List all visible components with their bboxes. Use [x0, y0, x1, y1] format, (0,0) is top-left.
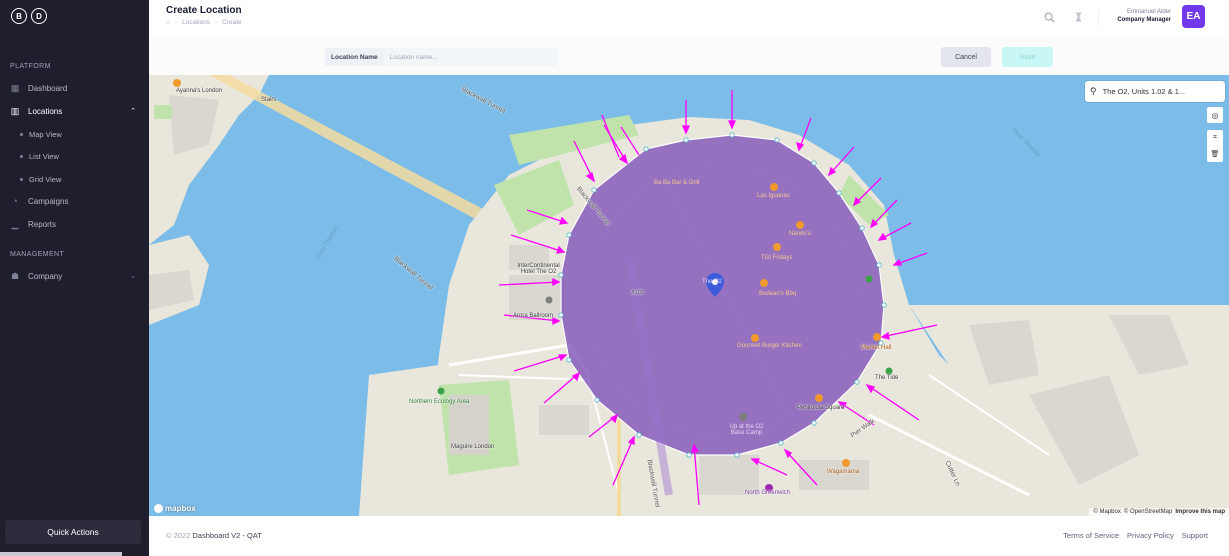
- user-name: Emmanuel Alder: [1126, 9, 1171, 15]
- map-label-stairs: Stairs: [261, 97, 277, 103]
- management-section-title: MANAGEMENT: [10, 251, 65, 258]
- sidebar-item-company[interactable]: ☗ Company ⌄: [10, 268, 140, 284]
- sidebar-subitem-label: List View: [29, 151, 59, 161]
- location-name-field: Location Name: [325, 48, 558, 66]
- page-title: Create Location: [166, 5, 242, 16]
- app-logo[interactable]: B D: [11, 8, 47, 24]
- header-divider: [1098, 9, 1099, 27]
- terms-link[interactable]: Terms of Service: [1063, 531, 1119, 540]
- map-label-peninsula-square: Peninsula Square: [797, 405, 845, 411]
- copyright: © 2022 Dashboard V2 - QAT: [166, 531, 262, 540]
- search-icon[interactable]: [1042, 10, 1056, 24]
- map-label-ayanna: Ayanna's London: [176, 88, 223, 94]
- reports-icon: ▁: [11, 218, 19, 229]
- attribution-mapbox[interactable]: © Mapbox: [1093, 509, 1120, 515]
- map-label-maguire: Maguire London: [451, 444, 495, 450]
- sidebar-subitem-list-view[interactable]: List View: [20, 149, 59, 163]
- sidebar-item-campaigns[interactable]: ◔ Campaigns: [10, 193, 140, 209]
- bullet-icon: [20, 177, 23, 181]
- campaign-icon: ◔: [12, 196, 18, 206]
- cancel-button[interactable]: Cancel: [941, 47, 991, 67]
- page-footer: © 2022 Dashboard V2 - QAT Terms of Servi…: [149, 516, 1229, 556]
- sidebar-subitem-map-view[interactable]: Map View: [20, 127, 62, 141]
- save-button[interactable]: Save: [1002, 47, 1053, 67]
- sidebar-item-label: Dashboard: [28, 83, 68, 93]
- sidebar-item-label: Reports: [28, 219, 57, 229]
- bullet-icon: [20, 132, 23, 136]
- chevron-up-icon: ⌃: [130, 108, 136, 115]
- privacy-link[interactable]: Privacy Policy: [1127, 531, 1174, 540]
- map-attribution: © Mapbox © OpenStreetMap Improve this ma…: [1089, 508, 1229, 516]
- avatar[interactable]: EA: [1182, 5, 1205, 28]
- map-label-gourmet: Gourmet Burger Kitchen: [737, 343, 802, 349]
- map-label-ba-ba: Ba Ba Bar & Grill: [654, 180, 700, 186]
- geolocate-icon[interactable]: ◎: [1207, 107, 1223, 123]
- map-tiles: [149, 75, 1229, 516]
- sidebar-item-label: Campaigns: [28, 196, 69, 206]
- company-icon: ☗: [10, 270, 20, 281]
- map-label-nandos: Nando's: [789, 231, 811, 237]
- search-icon: ⚲: [1090, 86, 1097, 96]
- map-label-las-iguanas: Las Iguanas: [757, 193, 790, 199]
- copyright-year: © 2022: [166, 531, 191, 540]
- map-label-market-hall: Market Hall: [861, 345, 892, 351]
- polygon-icon[interactable]: ⌗: [1207, 130, 1223, 146]
- map-label-arora: Arora Ballroom: [513, 313, 554, 319]
- breadcrumb-separator: -: [214, 19, 218, 26]
- page-header: Create Location ⌂ - Locations - Create E…: [149, 0, 1229, 38]
- location-name-label: Location Name: [325, 48, 384, 66]
- map-label-tgi: TGI Fridays: [761, 255, 793, 261]
- map-label-bodeans: Bodean's Bbq: [759, 291, 797, 297]
- sidebar-subitem-grid-view[interactable]: Grid View: [20, 172, 61, 186]
- map-label-a102: A102: [631, 290, 644, 296]
- sidebar-item-dashboard[interactable]: ▦ Dashboard: [10, 80, 140, 96]
- chevron-down-icon: ⌄: [130, 273, 136, 280]
- attribution-osm[interactable]: © OpenStreetMap: [1124, 509, 1172, 515]
- sidebar: B D PLATFORM ▦ Dashboard ▥ Locations ⌃ M…: [0, 0, 149, 556]
- map-canvas[interactable]: Ayanna's London Blackwall Tunnel Blackwa…: [149, 75, 1229, 516]
- map-label-intercontinental: InterContinental Hotel The O2: [517, 263, 560, 275]
- map-label-wagamama: Wagamama: [827, 469, 860, 475]
- bullet-icon: [20, 154, 23, 158]
- support-link[interactable]: Support: [1182, 531, 1208, 540]
- footer-links: Terms of Service Privacy Policy Support: [1063, 531, 1208, 540]
- horizontal-scrollbar[interactable]: [0, 552, 122, 556]
- moon-icon[interactable]: [1071, 10, 1085, 24]
- breadcrumb-item-create: Create: [222, 19, 242, 26]
- dashboard-icon: ▦: [10, 82, 20, 93]
- map-label-north-greenwich: North Greenwich: [745, 490, 791, 496]
- map-label-o2: The O2: [702, 279, 723, 285]
- sidebar-item-label: Locations: [28, 106, 63, 116]
- breadcrumb-separator: -: [174, 19, 178, 26]
- logo-letter-b: B: [11, 8, 27, 24]
- sidebar-item-reports[interactable]: ▁ Reports: [10, 216, 140, 232]
- trash-icon[interactable]: 🗑: [1207, 146, 1223, 162]
- app-root: B D PLATFORM ▦ Dashboard ▥ Locations ⌃ M…: [0, 0, 1229, 556]
- platform-section-title: PLATFORM: [10, 63, 51, 70]
- sidebar-subitem-label: Map View: [29, 129, 62, 139]
- draw-controls: ⌗ 🗑: [1207, 130, 1223, 162]
- map-label-northern-ecology: Northern Ecology Area: [409, 399, 470, 405]
- map-search-input[interactable]: [1102, 87, 1215, 96]
- map-label-tide: The Tide: [875, 375, 899, 381]
- improve-map-link[interactable]: Improve this map: [1175, 509, 1225, 515]
- home-icon[interactable]: ⌂: [166, 19, 170, 26]
- user-role: Company Manager: [1117, 17, 1171, 23]
- map-icon: ▥: [10, 105, 20, 116]
- map-label-up-at-o2: Up at the O2 Base Camp: [729, 424, 764, 436]
- breadcrumb-item-locations[interactable]: Locations: [182, 19, 210, 26]
- mapbox-icon: [154, 504, 163, 513]
- mapbox-logo[interactable]: mapbox: [154, 504, 196, 513]
- sidebar-item-locations[interactable]: ▥ Locations ⌃: [10, 103, 140, 119]
- mapbox-label: mapbox: [165, 504, 196, 513]
- logo-letter-d: D: [31, 8, 47, 24]
- breadcrumb: ⌂ - Locations - Create: [166, 19, 242, 26]
- sidebar-item-label: Company: [28, 271, 63, 281]
- footer-app-name[interactable]: Dashboard V2 - QAT: [192, 531, 261, 540]
- sidebar-subitem-label: Grid View: [29, 174, 62, 184]
- location-name-input[interactable]: [383, 53, 544, 61]
- quick-actions-button[interactable]: Quick Actions: [5, 520, 141, 544]
- location-toolbar: Location Name Cancel Save: [149, 38, 1229, 75]
- map-search-box: ⚲: [1085, 81, 1225, 102]
